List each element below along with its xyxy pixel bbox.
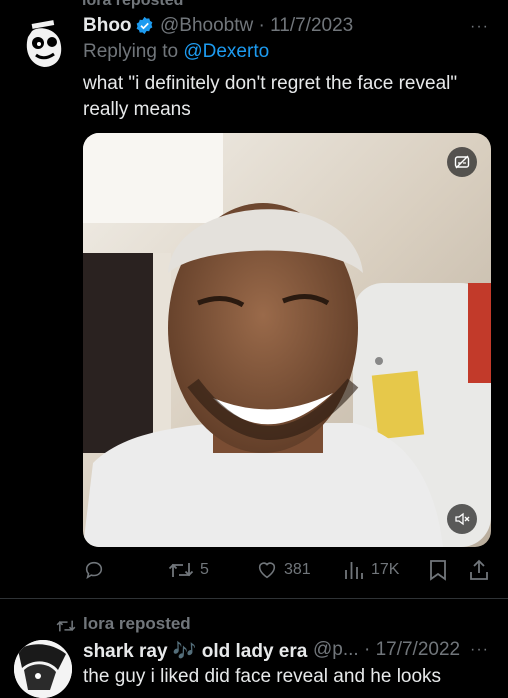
repost-icon [168,563,194,577]
second-author-avatar[interactable] [14,640,72,698]
bookmark-icon [430,560,446,581]
second-author-handle-date[interactable]: @p... · 17/7/2022 [313,639,460,661]
video-frame [83,133,491,547]
author-avatar[interactable] [14,17,72,75]
second-avatar-image [14,640,72,698]
top-repost-header: lora reposted [58,0,183,10]
captions-icon [454,155,470,169]
muted-speaker-icon [455,512,470,526]
tweet-divider [0,598,508,599]
replying-mention-link[interactable]: @Dexerto [183,41,269,62]
view-count: 17K [371,561,400,578]
unmute-button[interactable] [447,504,477,534]
second-repost-label[interactable]: lora reposted [83,614,191,634]
views-button[interactable]: 17K [343,559,399,581]
second-author-name[interactable]: shark ray 🎶 old lady era [83,639,307,663]
author-handle-date[interactable]: @Bhoobtw · 11/7/2023 [160,15,353,37]
replying-to-line: Replying to @Dexerto [83,41,269,63]
more-options-button[interactable]: ··· [470,18,489,36]
author-name[interactable]: Bhoo [83,15,132,37]
second-more-options-button[interactable]: ··· [470,641,489,659]
like-count: 381 [284,561,311,578]
heart-icon [258,562,276,579]
share-button[interactable] [468,559,490,581]
reply-button[interactable] [83,559,111,581]
tweet-text: what "i definitely don't regret the face… [83,73,458,120]
views-icon [345,562,363,579]
replying-prefix: Replying to [83,41,179,62]
top-repost-label: lora reposted [82,0,184,9]
reply-icon [85,561,103,579]
like-button[interactable]: 381 [256,559,311,581]
verified-badge-icon [136,16,153,35]
bookmark-button[interactable] [428,559,448,581]
repost-button[interactable]: 5 [168,559,209,581]
captions-button[interactable] [447,147,477,177]
repost-count: 5 [200,561,209,578]
tweet-video[interactable] [83,133,491,547]
repost-indicator-icon [56,620,76,632]
avatar-image [14,17,72,75]
share-icon [470,559,488,580]
second-tweet-text: the guy i liked did face reveal and he l… [83,666,442,687]
